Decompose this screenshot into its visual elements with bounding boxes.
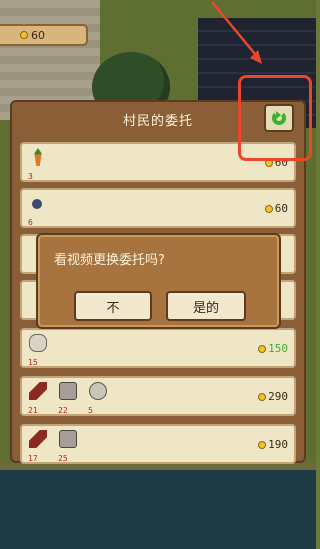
- brick-icon: [59, 382, 77, 400]
- gear-icon: [89, 382, 107, 400]
- yes-button[interactable]: 是的: [166, 291, 246, 321]
- order-reward: 150: [258, 342, 288, 355]
- order-item: 25: [56, 429, 82, 463]
- coin-counter: 60: [0, 24, 88, 46]
- order-reward: 190: [258, 438, 288, 451]
- order-items: 21 22 5: [26, 381, 112, 415]
- order-row[interactable]: 6 60: [20, 188, 296, 228]
- order-items: 3: [26, 147, 52, 181]
- coin-amount: 60: [31, 28, 45, 42]
- dialog-message: 看视频更换委托吗?: [54, 253, 165, 268]
- order-item: 15: [26, 333, 52, 367]
- wood-icon: [29, 382, 47, 400]
- order-items: 15: [26, 333, 52, 367]
- item-count: 15: [28, 358, 38, 367]
- order-item: 22: [56, 381, 82, 415]
- coin-icon: [258, 440, 267, 449]
- confirm-dialog: 看视频更换委托吗? 不 是的: [36, 233, 281, 329]
- order-row[interactable]: 17 25 190: [20, 424, 296, 464]
- coin-icon: [20, 31, 28, 39]
- item-count: 5: [88, 406, 93, 415]
- coin-icon: [258, 344, 267, 353]
- coin-icon: [258, 392, 267, 401]
- item-count: 3: [28, 172, 33, 181]
- reward-amount: 190: [268, 438, 288, 451]
- orb-icon: [32, 199, 42, 209]
- order-row[interactable]: 21 22 5 290: [20, 376, 296, 416]
- item-count: 17: [28, 454, 38, 463]
- order-item: 21: [26, 381, 52, 415]
- order-item: 6: [26, 193, 52, 227]
- carrot-icon: [34, 148, 42, 166]
- item-count: 6: [28, 218, 33, 227]
- order-reward: 60: [264, 202, 288, 215]
- item-count: 21: [28, 406, 38, 415]
- reward-amount: 150: [268, 342, 288, 355]
- order-item: 5: [86, 381, 112, 415]
- reward-amount: 60: [274, 202, 288, 215]
- order-items: 17 25: [26, 429, 82, 463]
- annotation-highlight-box: [238, 75, 312, 161]
- order-items: 6: [26, 193, 52, 227]
- order-item: 3: [26, 147, 52, 181]
- order-reward: 290: [258, 390, 288, 403]
- wood-icon: [29, 430, 47, 448]
- stone-icon: [29, 334, 47, 352]
- reward-amount: 290: [268, 390, 288, 403]
- item-count: 25: [58, 454, 68, 463]
- brick-icon: [59, 430, 77, 448]
- order-row[interactable]: 15 150: [20, 328, 296, 368]
- coin-icon: [264, 204, 273, 213]
- no-button[interactable]: 不: [74, 291, 152, 321]
- order-item: 17: [26, 429, 52, 463]
- water: [0, 470, 316, 549]
- item-count: 22: [58, 406, 68, 415]
